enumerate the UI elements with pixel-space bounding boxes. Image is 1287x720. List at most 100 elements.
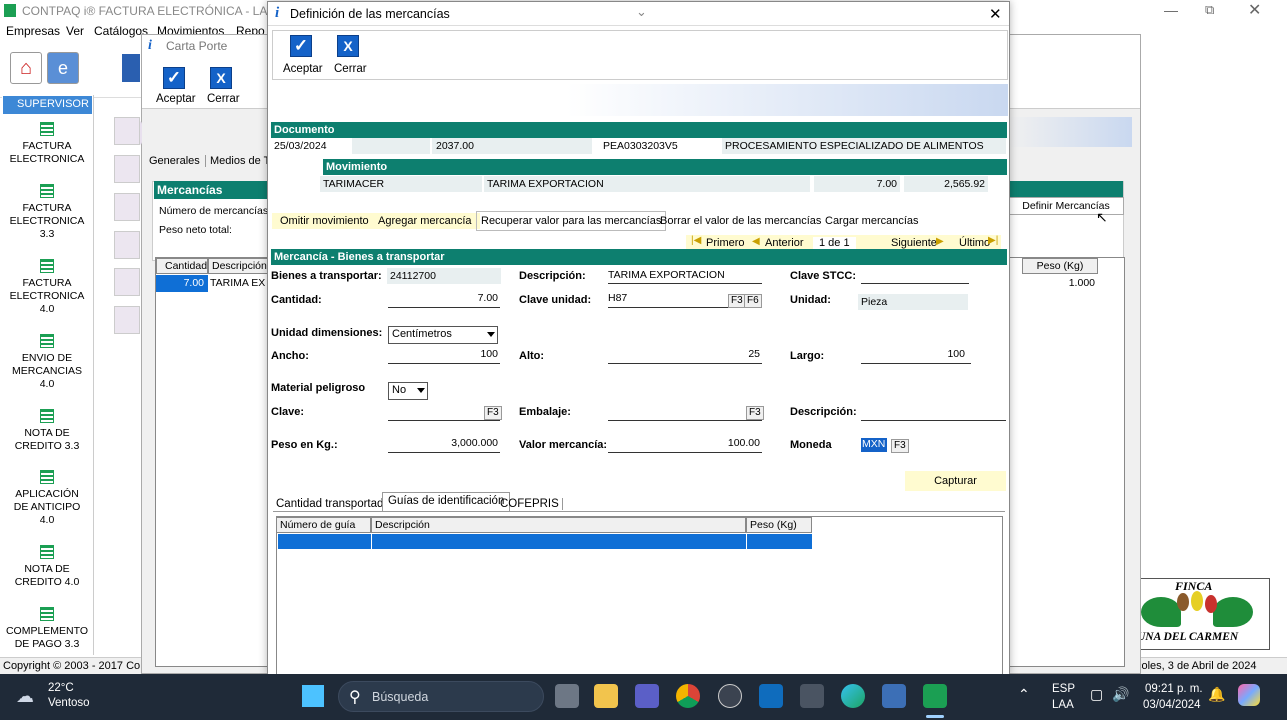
copilot-icon[interactable] [1238, 684, 1260, 706]
admin-app-icon[interactable] [882, 684, 906, 708]
tab-guias-identificacion[interactable]: Guías de identificación [382, 492, 511, 511]
weather-desc[interactable]: Ventoso [48, 697, 90, 709]
close-icon[interactable]: X [210, 67, 232, 89]
lang-layout[interactable]: LAA [1052, 699, 1074, 711]
descripcion-field[interactable]: TARIMA EXPORTACION [608, 269, 762, 284]
accept-button[interactable]: Aceptar [156, 93, 196, 105]
grid-cell-cantidad[interactable]: 7.00 [156, 275, 208, 292]
guias-selected-row[interactable] [277, 534, 812, 549]
teams-icon[interactable] [635, 684, 659, 708]
prev-icon[interactable]: ◀ [752, 236, 760, 247]
last-icon[interactable]: ▶| [988, 235, 998, 246]
contpaq-icon[interactable] [923, 684, 947, 708]
weather-icon[interactable]: ☁ [16, 686, 34, 707]
largo-field[interactable]: 100 [861, 348, 971, 364]
search-box[interactable]: ⚲ Búsqueda [338, 681, 544, 712]
material-peligroso-select[interactable]: No [388, 382, 428, 400]
volume-icon[interactable]: 🔊 [1112, 686, 1129, 703]
stcc-field[interactable] [861, 269, 969, 284]
alto-field[interactable]: 25 [608, 348, 762, 364]
descripcion2-field[interactable] [861, 405, 1006, 421]
dell-icon[interactable] [718, 684, 742, 708]
start-icon[interactable] [302, 685, 324, 707]
ancho-field[interactable]: 100 [388, 348, 500, 364]
next-icon[interactable]: ▶ [936, 236, 944, 247]
grid-cell-peso[interactable]: 1.000 [1022, 277, 1098, 289]
valor-field[interactable]: 100.00 [608, 437, 762, 453]
key-icon[interactable] [114, 268, 140, 296]
outlook-icon[interactable] [759, 684, 783, 708]
cantidad-field[interactable]: 7.00 [388, 292, 500, 308]
clock-time[interactable]: 09:21 p. m. [1145, 683, 1203, 695]
accept-icon[interactable]: ✓ [290, 35, 312, 57]
accept-icon[interactable]: ✓ [163, 67, 185, 89]
close-icon[interactable]: X [337, 35, 359, 57]
edge-icon[interactable] [841, 684, 865, 708]
nav-anterior[interactable]: Anterior [765, 237, 804, 249]
sidebar-item-envio[interactable]: ENVIO DE MERCANCIAS 4.0 [2, 334, 92, 391]
f3-button[interactable]: F3 [891, 439, 909, 453]
key-icon[interactable] [114, 231, 140, 259]
sidebar-item-nota-33[interactable]: NOTA DE CREDITO 3.3 [2, 409, 92, 453]
close-icon[interactable]: ✕ [1248, 0, 1261, 20]
f6-button[interactable]: F6 [744, 294, 762, 308]
internet-button[interactable]: e [47, 52, 79, 84]
sidebar-item-factura-40[interactable]: FACTURA ELECTRONICA 4.0 [2, 259, 92, 316]
close-icon[interactable]: ✕ [989, 5, 1002, 23]
sidebar-item-anticipo[interactable]: APLICACIÓN DE ANTICIPO 4.0 [2, 470, 92, 527]
chevron-up-icon[interactable]: ⌃ [1018, 686, 1030, 703]
key-icon[interactable] [114, 155, 140, 183]
tab-cantidad-transportada[interactable]: Cantidad transportada [276, 498, 395, 510]
menu-empresas[interactable]: Empresas [6, 24, 60, 38]
tab-generales[interactable]: Generales [149, 155, 200, 167]
sidebar-item-factura-33[interactable]: FACTURA ELECTRONICA 3.3 [2, 184, 92, 241]
recuperar-valor-button[interactable]: Recuperar valor para las mercancías [476, 211, 667, 231]
sidebar-item-nota-40[interactable]: NOTA DE CREDITO 4.0 [2, 545, 92, 589]
lang-code[interactable]: ESP [1052, 683, 1075, 695]
home-button[interactable]: ⌂ [10, 52, 42, 84]
key-icon[interactable] [114, 306, 140, 334]
capturar-button[interactable]: Capturar [905, 471, 1006, 491]
nav-siguiente[interactable]: Siguiente [891, 237, 937, 249]
omitir-movimiento-button[interactable]: Omitir movimiento [272, 213, 377, 229]
tab-medios[interactable]: Medios de Tr [205, 155, 274, 167]
close-button[interactable]: Cerrar [334, 63, 367, 75]
sidebar-item-complemento[interactable]: COMPLEMENTO DE PAGO 3.3 [2, 607, 92, 651]
key-icon[interactable] [114, 193, 140, 221]
task-view-icon[interactable] [555, 684, 579, 708]
restore-icon[interactable]: ⧉ [1205, 2, 1214, 18]
sidebar-item-factura[interactable]: FACTURA ELECTRONICA [2, 122, 92, 166]
moneda-field[interactable]: MXN [861, 438, 887, 452]
grid-cell-descripcion[interactable]: TARIMA EX [210, 277, 265, 289]
embalaje-field[interactable] [608, 405, 762, 421]
chevron-down-icon[interactable]: ⌄ [636, 4, 647, 20]
agregar-mercancia-button[interactable]: Agregar mercancía [370, 213, 480, 229]
f3-button[interactable]: F3 [484, 406, 502, 420]
logo-bean-icon [1177, 593, 1189, 611]
chrome-icon[interactable] [676, 684, 700, 708]
sidebar-label: FACTURA [22, 202, 72, 214]
menu-ver[interactable]: Ver [66, 24, 84, 38]
unidad-dim-select[interactable]: Centímetros [388, 326, 498, 344]
close-button[interactable]: Cerrar [207, 93, 240, 105]
minimize-icon[interactable]: — [1164, 2, 1178, 18]
nav-primero[interactable]: Primero [706, 237, 745, 249]
clock-date[interactable]: 03/04/2024 [1143, 699, 1201, 711]
cargar-mercancias-button[interactable]: Cargar mercancías [825, 215, 919, 227]
menu-catalogos[interactable]: Catálogos [94, 24, 148, 38]
key-icon[interactable] [114, 117, 140, 145]
borrar-valor-button[interactable]: Borrar el valor de las mercancías [660, 215, 821, 227]
peso-field[interactable]: 3,000.000 [388, 437, 500, 453]
tab-cofepris[interactable]: COFEPRIS [500, 498, 563, 510]
folder-icon[interactable] [594, 684, 618, 708]
first-icon[interactable]: |◀ [691, 235, 701, 246]
display-icon[interactable]: ▢ [1090, 686, 1103, 703]
f3-button[interactable]: F3 [746, 406, 764, 420]
nav-ultimo[interactable]: Último [959, 237, 990, 249]
document-icon[interactable] [122, 54, 140, 82]
calculator-icon[interactable] [800, 684, 824, 708]
bienes-value[interactable]: 24112700 [387, 268, 501, 284]
notification-icon[interactable]: 🔔 [1208, 686, 1225, 703]
weather-temp[interactable]: 22°C [48, 682, 74, 694]
accept-button[interactable]: Aceptar [283, 63, 323, 75]
